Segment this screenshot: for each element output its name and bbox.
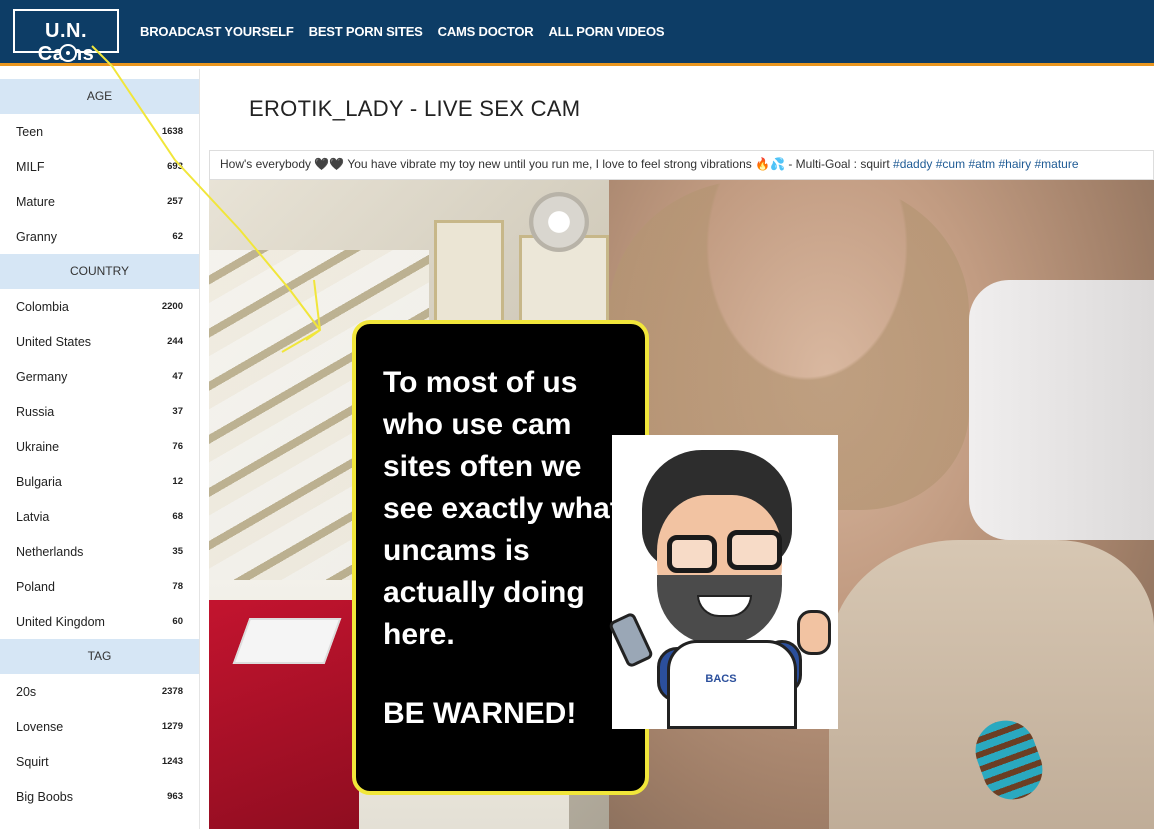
sidebar-item-20s[interactable]: 20s 2378 [0, 674, 199, 709]
site-logo[interactable]: U.N. Cams [13, 9, 119, 65]
avatar-shirt-badge: BACS [705, 673, 737, 685]
sidebar-item-united-kingdom[interactable]: United Kingdom 60 [0, 604, 199, 639]
sidebar-item-label: 20s [16, 684, 37, 699]
nav-broadcast-yourself[interactable]: BROADCAST YOURSELF [140, 24, 294, 39]
sidebar-item-count: 37 [172, 406, 183, 417]
tag-link[interactable]: #mature [1035, 157, 1079, 171]
sidebar-item-count: 35 [172, 546, 183, 557]
sidebar: AGE Teen 1638 MILF 693 Mature 257 Granny 62 … [0, 69, 200, 829]
thumbs-up-icon [797, 610, 831, 655]
sidebar-item-teen[interactable]: Teen 1638 [0, 114, 199, 149]
sidebar-item-count: 1279 [161, 721, 183, 732]
sidebar-item-count: 12 [172, 476, 183, 487]
sidebar-item-label: Netherlands [16, 544, 84, 559]
sidebar-item-mature[interactable]: Mature 257 [0, 184, 199, 219]
sidebar-item-count: 68 [172, 511, 183, 522]
sidebar-item-latvia[interactable]: Latvia 68 [0, 499, 199, 534]
room-description: How's everybody 🖤🖤 You have vibrate my t… [209, 150, 1154, 180]
sidebar-item-poland[interactable]: Poland 78 [0, 569, 199, 604]
avatar-glasses-left [667, 535, 717, 573]
sidebar-item-count: 244 [167, 336, 183, 347]
sidebar-item-count: 963 [167, 791, 183, 802]
sidebar-item-label: Latvia [16, 509, 50, 524]
nav-best-porn-sites[interactable]: BEST PORN SITES [309, 24, 423, 39]
warning-callout-text: To most of us who use cam sites often we… [383, 366, 620, 651]
warning-callout: To most of us who use cam sites often we… [352, 320, 649, 795]
sidebar-item-count: 1638 [161, 126, 183, 137]
sidebar-item-count: 60 [172, 616, 183, 627]
main-nav: BROADCAST YOURSELF BEST PORN SITES CAMS … [140, 24, 665, 39]
sidebar-item-milf[interactable]: MILF 693 [0, 149, 199, 184]
logo-circle-icon [59, 44, 77, 62]
sidebar-item-squirt[interactable]: Squirt 1243 [0, 744, 199, 779]
sidebar-item-label: Ukraine [16, 439, 60, 454]
sidebar-item-germany[interactable]: Germany 47 [0, 359, 199, 394]
room-description-text: How's everybody 🖤🖤 You have vibrate my t… [220, 157, 890, 171]
sidebar-item-label: United Kingdom [16, 614, 105, 629]
tag-link[interactable]: #atm [968, 157, 995, 171]
avatar-glasses-right [727, 530, 782, 570]
stream-wall-fan [529, 192, 589, 252]
sidebar-heading-tag: TAG [0, 639, 199, 674]
sidebar-item-count: 76 [172, 441, 183, 452]
sidebar-item-label: Teen [16, 124, 44, 139]
sidebar-item-ukraine[interactable]: Ukraine 76 [0, 429, 199, 464]
sidebar-item-granny[interactable]: Granny 62 [0, 219, 199, 254]
sidebar-item-colombia[interactable]: Colombia 2200 [0, 289, 199, 324]
sidebar-item-count: 78 [172, 581, 183, 592]
sidebar-item-count: 2200 [161, 301, 183, 312]
phone-icon [607, 611, 655, 669]
page-title: EROTIK_LADY - LIVE SEX CAM [249, 96, 581, 121]
sidebar-item-count: 2378 [161, 686, 183, 697]
sidebar-item-count: 693 [167, 161, 183, 172]
sidebar-item-label: Germany [16, 369, 68, 384]
sidebar-item-count: 62 [172, 231, 183, 242]
top-navigation-bar: U.N. Cams BROADCAST YOURSELF BEST PORN S… [0, 0, 1154, 66]
tag-link[interactable]: #hairy [998, 157, 1031, 171]
sidebar-item-label: MILF [16, 159, 45, 174]
sidebar-item-label: Russia [16, 404, 55, 419]
nav-cams-doctor[interactable]: CAMS DOCTOR [438, 24, 534, 39]
sidebar-item-count: 1243 [161, 756, 183, 767]
sidebar-item-label: Big Boobs [16, 789, 73, 804]
sidebar-item-label: Colombia [16, 299, 69, 314]
sidebar-item-netherlands[interactable]: Netherlands 35 [0, 534, 199, 569]
tag-link[interactable]: #cum [936, 157, 965, 171]
sidebar-item-label: Mature [16, 194, 55, 209]
sidebar-item-united-states[interactable]: United States 244 [0, 324, 199, 359]
stream-tray [232, 618, 342, 664]
sidebar-item-label: United States [16, 334, 92, 349]
sidebar-item-label: Poland [16, 579, 55, 594]
sidebar-item-label: Bulgaria [16, 474, 62, 489]
sidebar-item-label: Lovense [16, 719, 64, 734]
cartoon-avatar: BACS [607, 435, 838, 729]
sidebar-item-label: Squirt [16, 754, 49, 769]
sidebar-item-count: 257 [167, 196, 183, 207]
nav-all-porn-videos[interactable]: ALL PORN VIDEOS [548, 24, 664, 39]
sidebar-item-lovense[interactable]: Lovense 1279 [0, 709, 199, 744]
sidebar-item-count: 47 [172, 371, 183, 382]
sidebar-item-label: Granny [16, 229, 57, 244]
stream-chair [969, 280, 1154, 540]
sidebar-item-bulgaria[interactable]: Bulgaria 12 [0, 464, 199, 499]
sidebar-heading-age: AGE [0, 79, 199, 114]
sidebar-item-russia[interactable]: Russia 37 [0, 394, 199, 429]
sidebar-item-big-boobs[interactable]: Big Boobs 963 [0, 779, 199, 814]
tag-link[interactable]: #daddy [893, 157, 932, 171]
sidebar-heading-country: COUNTRY [0, 254, 199, 289]
warning-callout-heading: BE WARNED! [383, 697, 577, 730]
